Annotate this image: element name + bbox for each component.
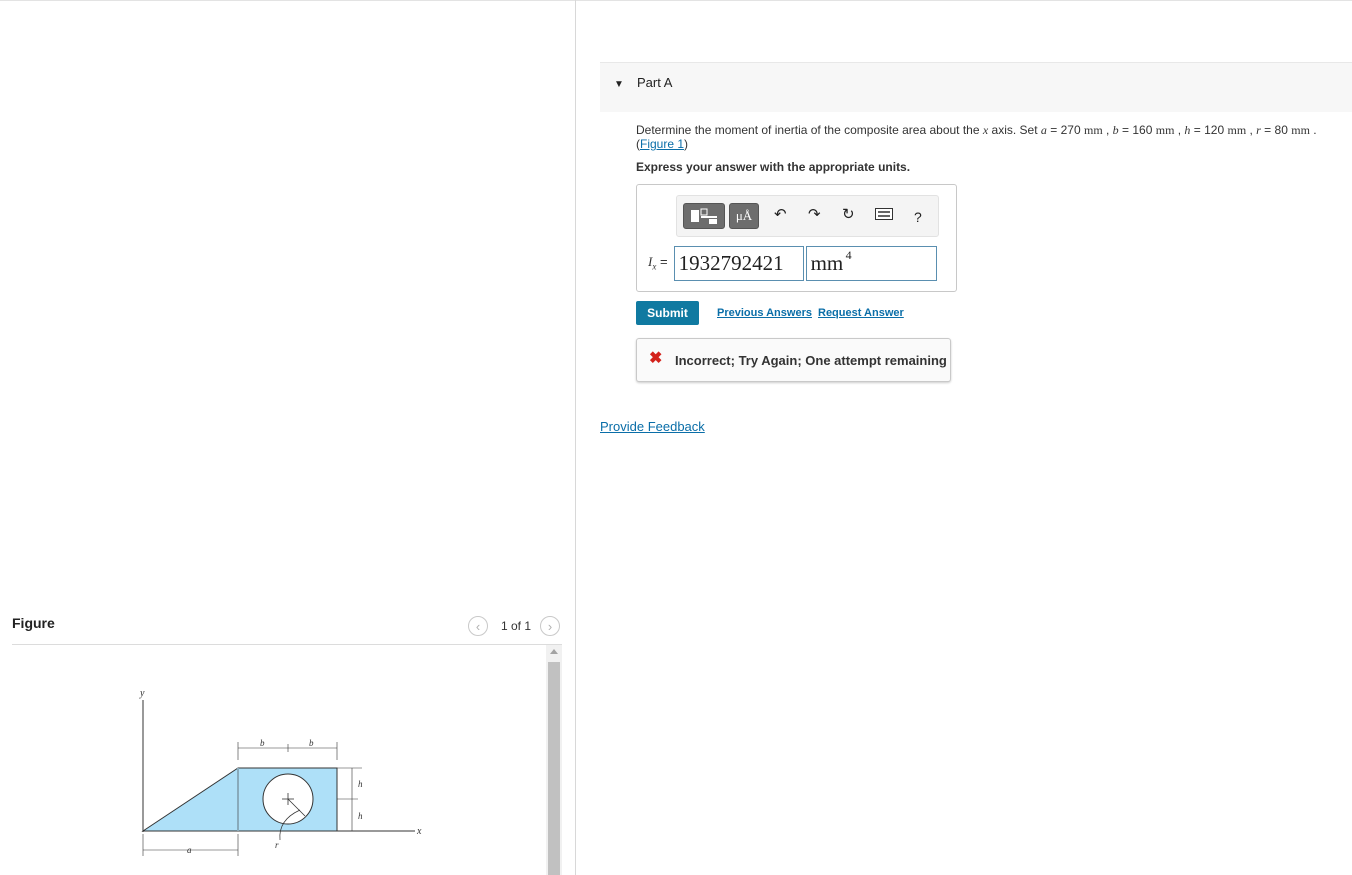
answer-label-subscript: x	[652, 261, 657, 272]
symbols-button[interactable]: μÅ	[729, 203, 759, 229]
var-b-unit: mm	[1155, 123, 1175, 137]
reset-icon[interactable]: ↻	[842, 207, 855, 222]
unit-exponent: 4	[845, 247, 852, 262]
feedback-message: Incorrect; Try Again; One attempt remain…	[675, 353, 947, 368]
axis-word: axis. Set	[991, 123, 1038, 137]
incorrect-x-icon: ✖	[649, 350, 663, 367]
answer-value-input[interactable]: 1932792421	[673, 245, 804, 281]
scroll-up-arrow-icon[interactable]	[550, 649, 558, 654]
x-axis-label: x	[416, 826, 422, 837]
answer-label: Ix =	[648, 254, 668, 272]
var-a-unit: mm	[1083, 123, 1103, 137]
submit-button[interactable]: Submit	[636, 301, 699, 325]
prev-figure-button[interactable]: ‹	[468, 616, 488, 636]
figure-link[interactable]: Figure 1	[640, 137, 684, 151]
templates-icon	[691, 208, 717, 224]
h-bottom-label: h	[358, 811, 363, 821]
figure-divider	[12, 644, 562, 645]
var-h-value: 120	[1204, 123, 1225, 137]
scroll-thumb[interactable]	[548, 662, 560, 875]
figure-scrollbar[interactable]	[546, 645, 562, 875]
help-button[interactable]: ?	[914, 209, 922, 225]
next-figure-button[interactable]: ›	[540, 616, 561, 636]
question-pane: ▼ Part A Determine the moment of inertia…	[576, 0, 1352, 875]
var-b-symbol: b	[1112, 123, 1119, 137]
part-a-header[interactable]: ▼ Part A	[600, 62, 1352, 112]
mu-angstrom-icon: μÅ	[735, 208, 753, 223]
r-label: r	[275, 840, 279, 850]
answer-unit-input[interactable]: mm 4	[805, 245, 937, 281]
var-b-value: 160	[1132, 123, 1153, 137]
var-a-value: 270	[1060, 123, 1081, 137]
a-label: a	[187, 845, 192, 855]
math-toolbar: μÅ ↶ ↷ ↻ ?	[676, 195, 939, 237]
figure-page-count: 1 of 1	[501, 619, 532, 633]
keyboard-icon[interactable]	[875, 208, 893, 223]
composite-area-diagram: y x r b b h h a	[139, 688, 422, 856]
part-title: Part A	[637, 75, 673, 90]
var-r-symbol: r	[1256, 123, 1261, 137]
figure-pagination: ‹ 1 of 1 ›	[468, 615, 561, 637]
redo-icon[interactable]: ↷	[808, 207, 821, 222]
y-axis-label: y	[139, 688, 145, 699]
figure-pane: Figure ‹ 1 of 1 › y x r b b h h a	[0, 0, 575, 875]
var-a-symbol: a	[1040, 123, 1047, 137]
undo-icon[interactable]: ↶	[774, 207, 787, 222]
unit-text: mm	[810, 250, 844, 275]
problem-statement: Determine the moment of inertia of the c…	[636, 123, 1317, 151]
var-h-unit: mm	[1227, 123, 1247, 137]
answer-row: Ix = 1932792421 mm 4	[648, 245, 937, 281]
answer-box: μÅ ↶ ↷ ↻ ? Ix = 1932792421 mm 4	[636, 184, 957, 292]
answer-label-equals: =	[659, 254, 668, 270]
b-right-label: b	[309, 738, 314, 748]
h-top-label: h	[358, 779, 363, 789]
axis-variable: x	[982, 123, 989, 137]
request-answer-link[interactable]: Request Answer	[818, 307, 904, 319]
problem-text: Determine the moment of inertia of the c…	[636, 123, 980, 137]
caret-down-icon: ▼	[614, 79, 624, 90]
provide-feedback-link[interactable]: Provide Feedback	[600, 419, 705, 434]
feedback-message-box: ✖ Incorrect; Try Again; One attempt rema…	[636, 338, 951, 382]
previous-answers-link[interactable]: Previous Answers	[717, 307, 812, 319]
var-r-value: 80	[1274, 123, 1288, 137]
var-h-symbol: h	[1184, 123, 1191, 137]
b-left-label: b	[260, 738, 265, 748]
figure-title: Figure	[12, 615, 55, 631]
templates-button[interactable]	[683, 203, 725, 229]
instruction-text: Express your answer with the appropriate…	[636, 160, 911, 174]
chevron-left-icon: ‹	[475, 618, 481, 634]
chevron-right-icon: ›	[547, 618, 553, 634]
var-r-unit: mm	[1291, 123, 1310, 137]
